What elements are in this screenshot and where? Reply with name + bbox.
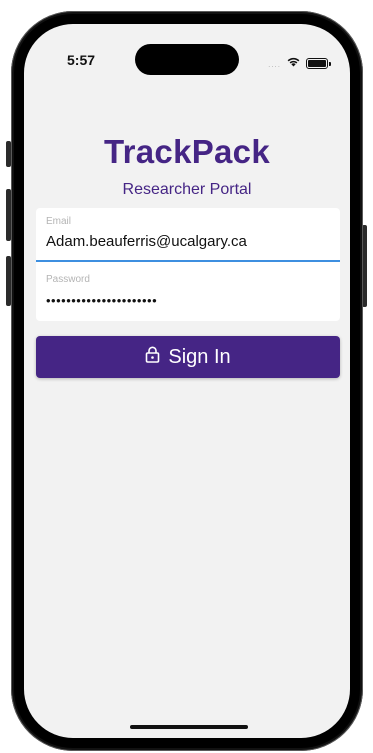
status-time: 5:57 — [67, 52, 96, 68]
dynamic-island — [135, 44, 239, 75]
lock-icon — [145, 346, 160, 368]
email-field[interactable]: Email Adam.beauferris@ucalgary.ca — [36, 208, 340, 262]
sign-in-button[interactable]: Sign In — [36, 336, 340, 378]
login-form: Email Adam.beauferris@ucalgary.ca Passwo… — [36, 208, 340, 321]
phone-frame: 5:57 .... TrackPack Researcher Portal Em… — [11, 11, 363, 751]
screen: 5:57 .... TrackPack Researcher Portal Em… — [24, 24, 350, 738]
app-title: TrackPack — [103, 133, 270, 170]
app-subtitle: Researcher Portal — [122, 181, 252, 198]
home-indicator[interactable] — [130, 725, 248, 729]
sign-in-label: Sign In — [168, 345, 231, 368]
battery-icon — [306, 57, 331, 69]
cellular-signal-icon: .... — [268, 59, 281, 69]
password-field[interactable]: Password •••••••••••••••••••••• — [36, 264, 340, 321]
phone-bezel: 5:57 .... TrackPack Researcher Portal Em… — [14, 14, 360, 748]
email-label: Email — [46, 216, 72, 227]
password-input[interactable]: •••••••••••••••••••••• — [46, 293, 157, 308]
email-input[interactable]: Adam.beauferris@ucalgary.ca — [46, 233, 247, 250]
wifi-icon — [286, 54, 301, 72]
status-icons: .... — [268, 54, 331, 72]
password-label: Password — [46, 274, 90, 285]
